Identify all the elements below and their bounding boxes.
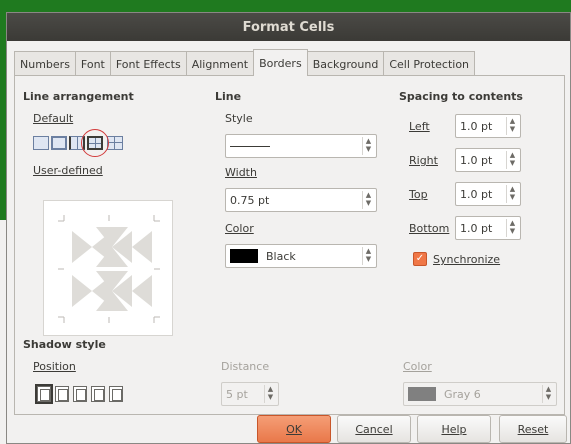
spacing-top-value: 1.0 pt [460, 187, 493, 201]
highlight-circle [81, 129, 109, 157]
tab-cell-protection[interactable]: Cell Protection [383, 51, 476, 76]
spacing-left-label: Left [409, 120, 430, 133]
spacing-top-arrows[interactable]: ▲ ▼ [506, 185, 518, 203]
shadow-distance-value: 5 pt [226, 387, 248, 401]
shadow-color-dropdown[interactable]: Gray 6 ▲ ▼ [403, 382, 557, 406]
line-color-value: Black [266, 249, 296, 263]
preset-none-button[interactable] [33, 136, 49, 150]
reset-button[interactable]: Reset [499, 415, 567, 443]
shadow-color-value: Gray 6 [444, 387, 481, 401]
width-label: Width [225, 166, 257, 179]
tab-alignment[interactable]: Alignment [185, 51, 255, 76]
synchronize-label[interactable]: Synchronize [433, 253, 500, 266]
shadow-top-right-button[interactable] [73, 386, 87, 402]
help-button[interactable]: Help [417, 415, 491, 443]
user-defined-label: User-defined [33, 164, 103, 177]
spacing-top-spinbox[interactable]: 1.0 pt ▲ ▼ [455, 182, 521, 206]
shadow-color-label: Color [403, 360, 432, 373]
synchronize-checkbox[interactable]: ✓ [413, 252, 427, 266]
shadow-distance-spinbox[interactable]: 5 pt ▲ ▼ [221, 382, 279, 406]
shadow-style-heading: Shadow style [23, 338, 106, 351]
shadow-distance-label: Distance [221, 360, 270, 373]
width-spin-arrows[interactable]: ▲ ▼ [362, 191, 374, 209]
user-defined-border-preview[interactable] [43, 200, 173, 336]
dialog-title: Format Cells [7, 13, 570, 41]
border-preview-graphic [58, 215, 160, 323]
spacing-left-spinbox[interactable]: 1.0 pt ▲ ▼ [455, 114, 521, 138]
shadow-color-arrows: ▲ ▼ [542, 385, 554, 403]
tab-bar: Numbers Font Font Effects Alignment Bord… [14, 49, 476, 76]
spacing-left-value: 1.0 pt [460, 119, 493, 133]
spacing-right-label: Right [409, 154, 438, 167]
tab-font[interactable]: Font [74, 51, 111, 76]
spacing-bottom-value: 1.0 pt [460, 221, 493, 235]
line-style-preview [230, 145, 270, 147]
tab-borders[interactable]: Borders [253, 49, 308, 76]
style-dropdown-arrows: ▲ ▼ [362, 137, 374, 155]
spacing-bottom-spinbox[interactable]: 1.0 pt ▲ ▼ [455, 216, 521, 240]
shadow-color-swatch [408, 387, 436, 401]
line-color-dropdown[interactable]: Black ▲ ▼ [225, 244, 377, 268]
tab-numbers[interactable]: Numbers [14, 51, 76, 76]
spacing-top-label: Top [409, 188, 428, 201]
cancel-button[interactable]: Cancel [337, 415, 411, 443]
shadow-distance-arrows: ▲ ▼ [264, 385, 276, 403]
line-color-swatch [230, 249, 258, 263]
spacing-right-value: 1.0 pt [460, 153, 493, 167]
style-label: Style [225, 112, 253, 125]
shadow-top-left-button[interactable] [109, 386, 123, 402]
spacing-right-arrows[interactable]: ▲ ▼ [506, 151, 518, 169]
line-arrangement-heading: Line arrangement [23, 90, 134, 103]
borders-panel: Line arrangement Default User-defined Li… [14, 75, 565, 415]
spacing-bottom-arrows[interactable]: ▲ ▼ [506, 219, 518, 237]
width-spinbox[interactable]: 0.75 pt ▲ ▼ [225, 188, 377, 212]
line-color-label: Color [225, 222, 254, 235]
spacing-right-spinbox[interactable]: 1.0 pt ▲ ▼ [455, 148, 521, 172]
shadow-bottom-left-button[interactable] [91, 386, 105, 402]
spacing-left-arrows[interactable]: ▲ ▼ [506, 117, 518, 135]
line-heading: Line [215, 90, 242, 103]
shadow-position-label: Position [33, 360, 76, 373]
preset-inner-only-button[interactable] [107, 136, 123, 150]
spacing-heading: Spacing to contents [399, 90, 523, 103]
shadow-none-button[interactable] [35, 384, 53, 404]
format-cells-dialog: Format Cells Numbers Font Font Effects A… [6, 12, 571, 444]
tab-font-effects[interactable]: Font Effects [109, 51, 187, 76]
preset-box-button[interactable] [51, 136, 67, 150]
shadow-bottom-right-button[interactable] [55, 386, 69, 402]
ok-button[interactable]: OK [257, 415, 331, 443]
style-dropdown[interactable]: ▲ ▼ [225, 134, 377, 158]
tab-background[interactable]: Background [306, 51, 385, 76]
default-label: Default [33, 112, 74, 125]
line-color-arrows: ▲ ▼ [362, 247, 374, 265]
width-value: 0.75 pt [230, 193, 270, 207]
spacing-bottom-label: Bottom [409, 222, 450, 235]
